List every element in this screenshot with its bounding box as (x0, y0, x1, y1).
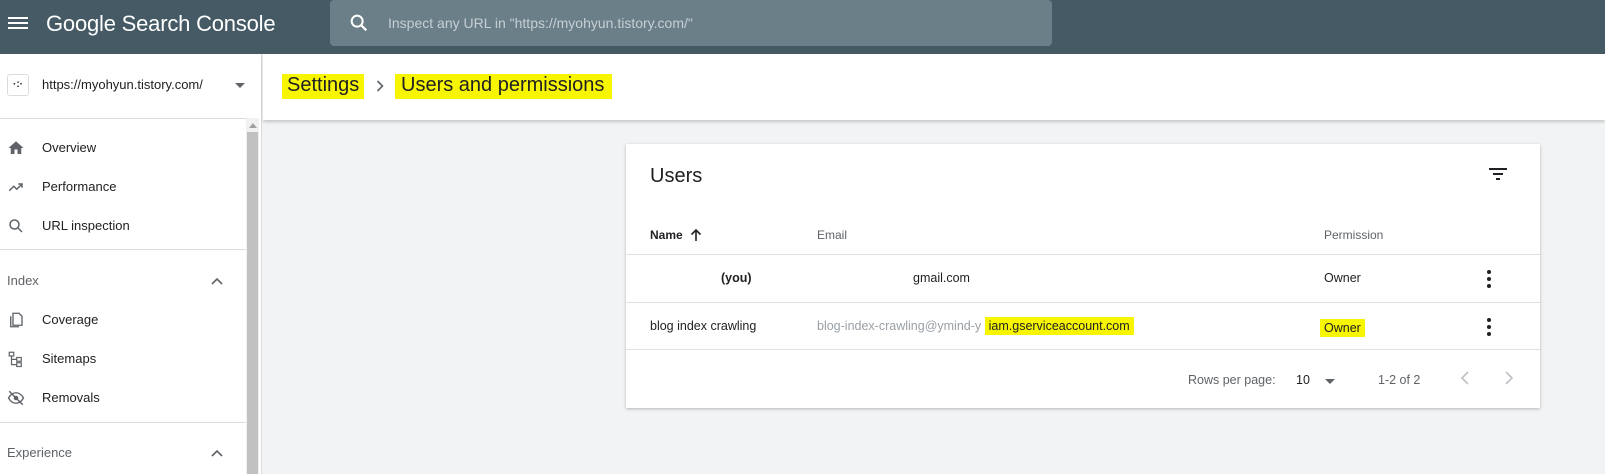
sidebar-item-label: Overview (42, 140, 97, 155)
url-inspect-search-box[interactable] (330, 0, 1052, 46)
visibility-off-icon (7, 390, 25, 406)
sidebar-item-coverage[interactable]: Coverage (0, 300, 246, 340)
column-header-permission[interactable]: Permission (1324, 228, 1383, 242)
sidebar-item-label: Sitemaps (42, 351, 97, 366)
sidebar-item-url-inspection[interactable]: URL inspection (0, 206, 246, 246)
chevron-up-icon[interactable] (211, 448, 223, 458)
app-title[interactable]: Google Search Console (46, 11, 276, 37)
property-selector[interactable]: ·:· https://myohyun.tistory.com/ (0, 54, 262, 118)
search-icon (9, 219, 23, 233)
rows-per-page-select[interactable]: 10 (1296, 373, 1310, 387)
sidebar-item-label: Removals (42, 390, 100, 405)
user-name: (you) (721, 271, 752, 285)
section-label: Index (7, 273, 39, 288)
users-card: Users Name Email Permission (you) gmail.… (626, 144, 1540, 408)
sidebar-item-label: Performance (42, 179, 117, 194)
tistory-icon: ·:· (7, 74, 29, 96)
column-header-name[interactable]: Name (650, 228, 683, 242)
user-email-domain: iam.gserviceaccount.com (984, 317, 1134, 335)
page-title: Users and permissions (395, 74, 613, 99)
table-row[interactable]: (you) gmail.com Owner (626, 254, 1540, 302)
chevron-left-icon[interactable] (1458, 370, 1472, 386)
pages-icon (10, 312, 23, 328)
dropdown-caret-icon[interactable] (1325, 379, 1335, 384)
sidebar-item-removals[interactable]: Removals (0, 378, 246, 418)
card-title: Users (650, 165, 703, 187)
sitemap-icon (8, 351, 22, 368)
divider (0, 249, 246, 250)
pagination-range: 1-2 of 2 (1378, 373, 1421, 387)
sidebar-scrollbar[interactable] (246, 118, 259, 474)
search-input[interactable] (388, 0, 1028, 46)
scrollbar-thumb[interactable] (247, 132, 258, 474)
user-email: gmail.com (913, 271, 970, 285)
table-row[interactable]: blog index crawling blog-index-crawling@… (626, 302, 1540, 350)
dropdown-caret-icon[interactable] (235, 83, 245, 88)
more-vert-icon[interactable] (1486, 270, 1492, 288)
sidebar-item-label: URL inspection (42, 218, 130, 233)
chevron-right-icon (376, 80, 384, 92)
chevron-up-icon[interactable] (211, 276, 223, 286)
more-vert-icon[interactable] (1486, 318, 1492, 336)
sidebar-section-index[interactable]: Index (0, 261, 246, 301)
property-url: https://myohyun.tistory.com/ (42, 77, 203, 92)
divider (0, 422, 246, 423)
sidebar-item-performance[interactable]: Performance (0, 167, 246, 207)
top-app-bar: Google Search Console (0, 0, 1605, 54)
sidebar-item-overview[interactable]: Overview (0, 128, 246, 168)
column-header-email[interactable]: Email (817, 228, 847, 242)
user-name: blog index crawling (650, 319, 757, 333)
user-permission: Owner (1320, 319, 1365, 337)
trending-up-icon (8, 183, 23, 192)
rows-per-page-label: Rows per page: (1188, 373, 1276, 387)
sidebar-section-experience[interactable]: Experience (0, 433, 246, 473)
search-icon[interactable] (348, 12, 370, 34)
home-icon (8, 141, 24, 154)
breadcrumb-settings[interactable]: Settings (282, 74, 365, 99)
user-permission: Owner (1324, 271, 1361, 285)
arrow-up-sort-icon[interactable] (690, 228, 702, 242)
filter-icon[interactable] (1488, 166, 1508, 182)
scroll-up-arrow-icon[interactable] (249, 123, 257, 128)
page-header: Settings Users and permissions (263, 54, 1605, 120)
sidebar-nav: Overview Performance URL inspection Inde… (0, 118, 262, 474)
sidebar-item-sitemaps[interactable]: Sitemaps (0, 339, 246, 379)
chevron-right-icon[interactable] (1502, 370, 1516, 386)
sidebar: ·:· https://myohyun.tistory.com/ Overvie… (0, 54, 262, 474)
section-label: Experience (7, 445, 73, 460)
user-email-prefix: blog-index-crawling@ymind-y iam.gservice… (817, 317, 1134, 335)
hamburger-menu-icon[interactable] (8, 14, 28, 32)
sidebar-item-label: Coverage (42, 312, 99, 327)
